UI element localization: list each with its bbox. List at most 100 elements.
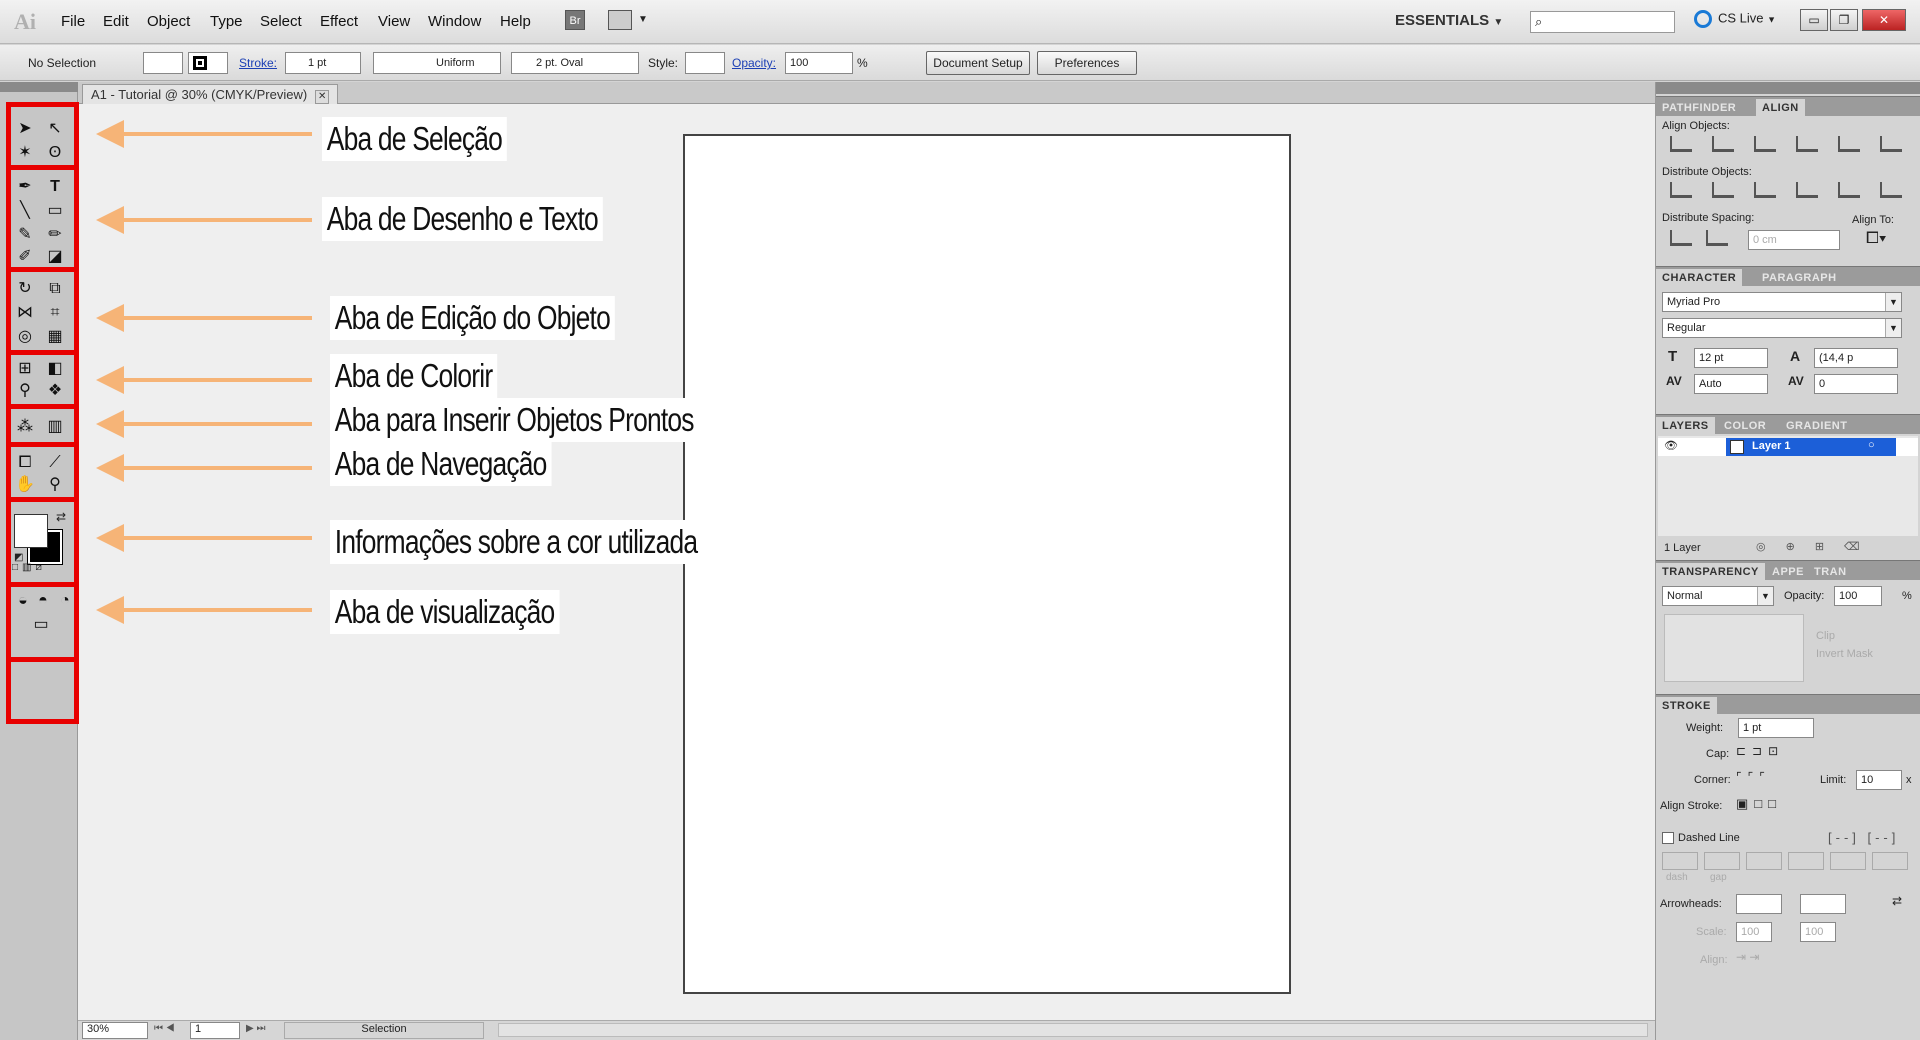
tools-panel-header[interactable] [0, 82, 78, 92]
fill-color-swatch[interactable] [14, 514, 48, 548]
invert-mask-checkbox[interactable]: Invert Mask [1816, 648, 1873, 660]
end-scale-field[interactable]: 100 [1800, 922, 1836, 942]
lasso-tool-icon[interactable]: ʘ [42, 142, 68, 164]
layer-row[interactable]: 👁 Layer 1 ○ [1658, 438, 1918, 456]
minimize-button[interactable]: ▭ [1800, 9, 1828, 31]
tab-paragraph[interactable]: PARAGRAPH [1756, 269, 1843, 287]
gradient-tool-icon[interactable]: ◧ [42, 358, 68, 380]
limit-field[interactable]: 10 [1856, 770, 1902, 790]
perspective-grid-tool-icon[interactable]: ▦ [42, 326, 68, 348]
font-family-dropdown[interactable]: Myriad Pro ▼ [1662, 292, 1902, 312]
align-stroke-buttons[interactable]: ▣□□ [1736, 796, 1782, 812]
swap-colors-icon[interactable]: ⇄ [56, 510, 66, 524]
menu-type[interactable]: Type [210, 13, 243, 30]
corner-buttons[interactable]: ⌜⌜⌜ [1736, 770, 1771, 784]
tab-transform[interactable]: TRAN [1808, 563, 1853, 581]
menu-select[interactable]: Select [260, 13, 302, 30]
stroke-swatch-dropdown[interactable] [188, 52, 228, 74]
align-vcenter-icon[interactable] [1838, 136, 1860, 152]
gap-field[interactable] [1704, 852, 1740, 870]
symbol-sprayer-tool-icon[interactable]: ⁂ [12, 416, 38, 438]
screen-mode-icon[interactable]: ▭ [28, 614, 54, 636]
blend-tool-icon[interactable]: ❖ [42, 380, 68, 402]
pencil-tool-icon[interactable]: ✏ [42, 224, 68, 246]
menu-window[interactable]: Window [428, 13, 481, 30]
width-tool-icon[interactable]: ⋈ [12, 302, 38, 324]
menu-edit[interactable]: Edit [103, 13, 129, 30]
align-bottom-icon[interactable] [1880, 136, 1902, 152]
restore-button[interactable]: ❐ [1830, 9, 1858, 31]
distribute-vcenter-icon[interactable] [1712, 182, 1734, 198]
distribute-top-icon[interactable] [1670, 182, 1692, 198]
stroke-label[interactable]: Stroke: [239, 56, 277, 70]
align-left-icon[interactable] [1670, 136, 1692, 152]
fill-swatch-dropdown[interactable] [143, 52, 183, 74]
start-scale-field[interactable]: 100 [1736, 922, 1772, 942]
gap-field[interactable] [1872, 852, 1908, 870]
stroke-weight-field[interactable]: 1 pt [285, 52, 361, 74]
font-style-dropdown[interactable]: Regular ▼ [1662, 318, 1902, 338]
pen-tool-icon[interactable]: ✒ [12, 176, 38, 198]
paintbrush-tool-icon[interactable]: ✎ [12, 224, 38, 246]
type-tool-icon[interactable]: T [42, 176, 68, 198]
dash-field[interactable] [1830, 852, 1866, 870]
artboard-number-field[interactable]: 1 [190, 1022, 240, 1039]
slice-tool-icon[interactable]: ⟋ [42, 452, 68, 474]
dash-align-buttons[interactable]: [--] [--] [1828, 830, 1899, 845]
align-to-selection-icon[interactable]: ⧠▾ [1866, 230, 1887, 248]
swap-arrowheads-icon[interactable]: ⇄ [1892, 894, 1902, 908]
panels-header[interactable] [1656, 82, 1920, 94]
close-tab-icon[interactable]: ✕ [315, 90, 330, 104]
tab-appearance[interactable]: APPE [1766, 563, 1810, 581]
distribute-hcenter-icon[interactable] [1838, 182, 1860, 198]
eraser-tool-icon[interactable]: ◪ [42, 246, 68, 268]
last-artboard-icon[interactable]: ▶ ⏭ [246, 1023, 265, 1034]
dashed-line-checkbox[interactable] [1662, 832, 1674, 844]
horizontal-spacing-icon[interactable] [1706, 230, 1728, 246]
artboard[interactable] [683, 134, 1291, 994]
opacity-field[interactable]: 100 [785, 52, 853, 74]
magic-wand-tool-icon[interactable]: ✶ [12, 142, 38, 164]
cap-buttons[interactable]: ⊏⊐⊡ [1736, 744, 1784, 758]
line-tool-icon[interactable]: ╲ [12, 200, 38, 222]
distribute-right-icon[interactable] [1880, 182, 1902, 198]
graphic-style-dropdown[interactable] [685, 52, 725, 74]
tab-stroke[interactable]: STROKE [1656, 697, 1717, 715]
mesh-tool-icon[interactable]: ⊞ [12, 358, 38, 380]
arrow-align-buttons[interactable]: ⇥ ⇥ [1736, 950, 1759, 964]
rectangle-tool-icon[interactable]: ▭ [42, 200, 68, 222]
align-hcenter-icon[interactable] [1712, 136, 1734, 152]
leading-field[interactable]: (14,4 p [1814, 348, 1898, 368]
menu-object[interactable]: Object [147, 13, 190, 30]
artboard-tool-icon[interactable]: ⧠ [12, 452, 38, 474]
visibility-eye-icon[interactable]: 👁 [1664, 439, 1678, 452]
menu-effect[interactable]: Effect [320, 13, 358, 30]
arrange-documents-icon[interactable] [608, 10, 632, 30]
menu-file[interactable]: File [61, 13, 85, 30]
spacing-field[interactable]: 0 cm [1748, 230, 1840, 250]
first-artboard-icon[interactable]: ⏮ ◀ [154, 1023, 175, 1034]
current-tool-status[interactable]: Selection [284, 1022, 484, 1039]
kerning-field[interactable]: Auto [1694, 374, 1768, 394]
scale-tool-icon[interactable]: ⧉ [42, 278, 68, 300]
tab-transparency[interactable]: TRANSPARENCY [1656, 563, 1765, 581]
hand-tool-icon[interactable]: ✋ [12, 474, 38, 496]
align-top-icon[interactable] [1796, 136, 1818, 152]
weight-field[interactable]: 1 pt [1738, 718, 1814, 738]
dash-field[interactable] [1746, 852, 1782, 870]
tab-character[interactable]: CHARACTER [1656, 269, 1743, 287]
tab-gradient[interactable]: GRADIENT [1780, 417, 1853, 435]
tab-color[interactable]: COLOR [1718, 417, 1772, 435]
eyedropper-tool-icon[interactable]: ⚲ [12, 380, 38, 402]
vertical-spacing-icon[interactable] [1670, 230, 1692, 246]
start-arrowhead-dropdown[interactable] [1736, 894, 1782, 914]
tab-layers[interactable]: LAYERS [1656, 417, 1715, 435]
clip-checkbox[interactable]: Clip [1816, 630, 1835, 642]
gap-field[interactable] [1788, 852, 1824, 870]
font-size-field[interactable]: 12 pt [1694, 348, 1768, 368]
workspace-switcher[interactable]: ESSENTIALS ▼ [1395, 12, 1503, 29]
free-transform-tool-icon[interactable]: ⌗ [42, 302, 68, 324]
tab-align[interactable]: ALIGN [1756, 99, 1805, 117]
blend-mode-dropdown[interactable]: Normal ▼ [1662, 586, 1774, 606]
variable-width-profile-dropdown[interactable]: Uniform [373, 52, 501, 74]
